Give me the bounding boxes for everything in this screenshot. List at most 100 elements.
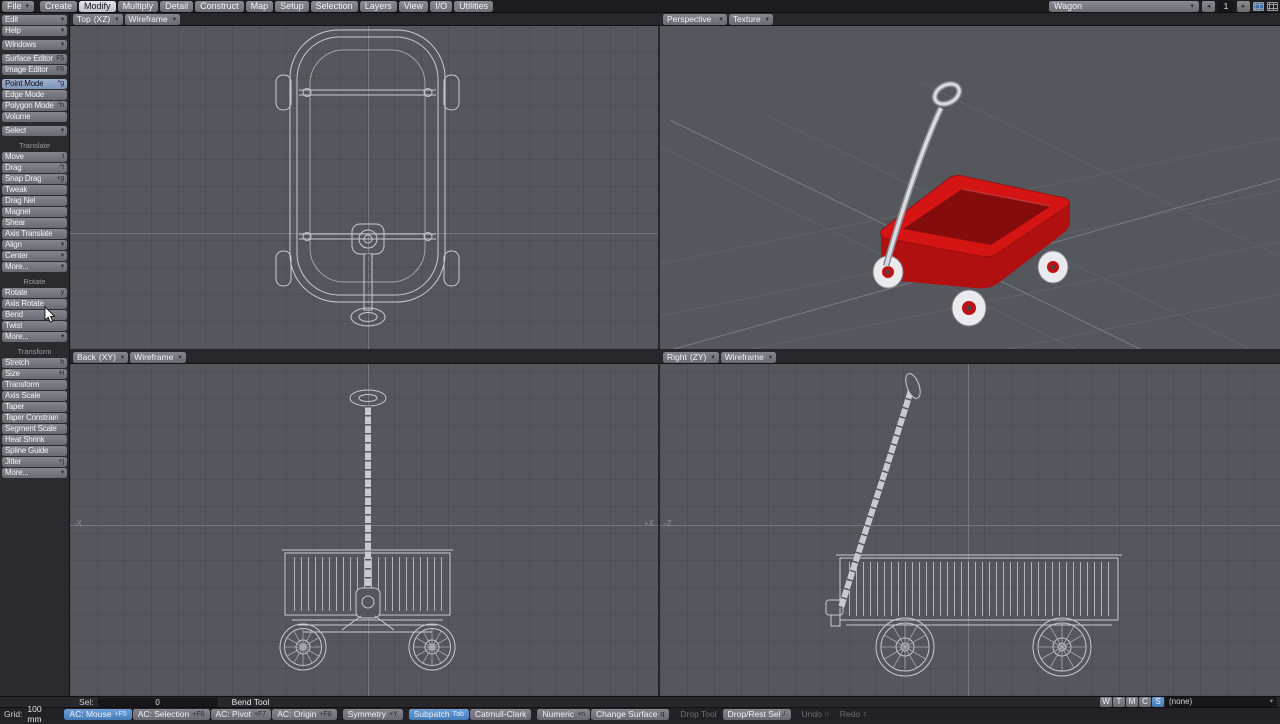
maximize-icon[interactable]: [1266, 352, 1277, 363]
mode-button[interactable]: Catmull-Clark: [470, 709, 531, 720]
sidebar-button[interactable]: Size H ▾: [2, 369, 67, 379]
view-type-dropdown[interactable]: Perspective: [663, 14, 727, 25]
vertex-map-type-button[interactable]: T: [1113, 697, 1125, 707]
sidebar-button[interactable]: Tweak ▾: [2, 185, 67, 195]
layer-next-button[interactable]: [1237, 1, 1250, 12]
menu-tab[interactable]: I/O: [430, 1, 452, 12]
menu-tab[interactable]: Modify: [79, 1, 116, 12]
mode-button[interactable]: AC: Pivot +F7: [211, 709, 272, 720]
sidebar-button[interactable]: Move t ▾: [2, 152, 67, 162]
mode-button[interactable]: Symmetry +Y: [343, 709, 403, 720]
vertex-map-type-button[interactable]: C: [1139, 697, 1151, 707]
mode-button[interactable]: AC: Selection +F6: [133, 709, 210, 720]
viewport-back-canvas[interactable]: -X +X: [70, 364, 658, 696]
mode-button[interactable]: Subpatch Tab: [409, 709, 469, 720]
sidebar-button[interactable]: Drag Net ▾: [2, 196, 67, 206]
sidebar-button[interactable]: Axis Rotate ▾: [2, 299, 67, 309]
zoom-icon[interactable]: [630, 14, 641, 25]
sidebar-button[interactable]: Snap Drag +g ▾: [2, 174, 67, 184]
object-name-dropdown[interactable]: Wagon: [1049, 1, 1199, 12]
pan-icon[interactable]: [602, 352, 613, 363]
sidebar-button[interactable]: Center ▾: [2, 251, 67, 261]
viewport-perspective-canvas[interactable]: [660, 26, 1280, 349]
mode-button[interactable]: AC: Origin +F8: [272, 709, 336, 720]
sidebar-button[interactable]: More... ▾: [2, 332, 67, 342]
sidebar-button[interactable]: Volume ▾: [2, 112, 67, 122]
pan-icon[interactable]: [602, 14, 613, 25]
render-mode-dropdown[interactable]: Wireframe: [721, 352, 776, 363]
mode-button[interactable]: Drop Tool: [675, 709, 721, 720]
rotate-icon[interactable]: [1238, 14, 1249, 25]
menu-tab[interactable]: Selection: [311, 1, 358, 12]
menu-tab[interactable]: Map: [246, 1, 274, 12]
sidebar-button[interactable]: Axis Scale ▾: [2, 391, 67, 401]
view-type-dropdown[interactable]: Top (XZ): [73, 14, 123, 25]
mode-button[interactable]: Undo u: [797, 709, 834, 720]
render-mode-dropdown[interactable]: Wireframe: [130, 352, 185, 363]
sidebar-button[interactable]: Edit ▾: [2, 15, 67, 25]
sidebar-button[interactable]: Select ▾: [2, 126, 67, 136]
menu-tab[interactable]: Create: [40, 1, 77, 12]
sidebar-button[interactable]: Jitter +j ▾: [2, 457, 67, 467]
pan-icon[interactable]: [1224, 14, 1235, 25]
menu-tab[interactable]: Multiply: [118, 1, 159, 12]
layer-prev-button[interactable]: [1202, 1, 1215, 12]
sidebar-button[interactable]: Surface Editor F5 ▾: [2, 54, 67, 64]
sidebar-button[interactable]: Magnet ▾: [2, 207, 67, 217]
mode-button[interactable]: Redo z: [835, 709, 872, 720]
sidebar-button[interactable]: Polygon Mode ^h ▾: [2, 101, 67, 111]
fg-layer-bank-icon[interactable]: [1253, 2, 1264, 11]
zoom-icon[interactable]: [1252, 14, 1263, 25]
sidebar-button[interactable]: Align ▾: [2, 240, 67, 250]
render-mode-dropdown[interactable]: Wireframe: [125, 14, 180, 25]
viewport-right-canvas[interactable]: -Z: [660, 364, 1280, 696]
sidebar-button[interactable]: Edge Mode ▾: [2, 90, 67, 100]
zoom-icon[interactable]: [1252, 352, 1263, 363]
maximize-icon[interactable]: [644, 14, 655, 25]
menu-tab[interactable]: Detail: [160, 1, 193, 12]
file-menu-button[interactable]: File: [2, 1, 34, 12]
vertex-map-type-button[interactable]: S: [1152, 697, 1164, 707]
sidebar-button[interactable]: Bend ▾: [2, 310, 67, 320]
rotate-icon[interactable]: [616, 14, 627, 25]
pan-icon[interactable]: [1224, 352, 1235, 363]
sidebar-button[interactable]: Segment Scale ▾: [2, 424, 67, 434]
vertex-map-type-button[interactable]: M: [1126, 697, 1138, 707]
menu-tab[interactable]: View: [399, 1, 428, 12]
mode-button[interactable]: Change Surface q: [591, 709, 669, 720]
sidebar-button[interactable]: Windows ▾: [2, 40, 67, 50]
maximize-icon[interactable]: [1266, 14, 1277, 25]
sidebar-button[interactable]: Shear ▾: [2, 218, 67, 228]
sidebar-button[interactable]: Heat Shrink ▾: [2, 435, 67, 445]
zoom-icon[interactable]: [630, 352, 641, 363]
menu-tab[interactable]: Layers: [360, 1, 397, 12]
mode-button[interactable]: AC: Mouse +F5: [64, 709, 131, 720]
menu-tab[interactable]: Utilities: [454, 1, 493, 12]
sidebar-button[interactable]: Twist ▾: [2, 321, 67, 331]
menu-tab[interactable]: Setup: [275, 1, 309, 12]
rotate-icon[interactable]: [1238, 352, 1249, 363]
sidebar-button[interactable]: More... ▾: [2, 468, 67, 478]
sidebar-button[interactable]: Stretch h ▾: [2, 358, 67, 368]
sidebar-button[interactable]: Point Mode ^g ▾: [2, 79, 67, 89]
sidebar-button[interactable]: Axis Translate ▾: [2, 229, 67, 239]
menu-tab[interactable]: Construct: [195, 1, 244, 12]
sidebar-button[interactable]: Help ▾: [2, 26, 67, 36]
vertex-map-dropdown[interactable]: (none): [1165, 697, 1277, 707]
render-mode-dropdown[interactable]: Texture: [729, 14, 773, 25]
viewport-top-canvas[interactable]: [70, 26, 658, 349]
vertex-map-type-button[interactable]: W: [1100, 697, 1112, 707]
bg-layer-bank-icon[interactable]: [1267, 2, 1278, 11]
sidebar-button[interactable]: Taper Constrain ▾: [2, 413, 67, 423]
maximize-icon[interactable]: [644, 352, 655, 363]
view-type-dropdown[interactable]: Right (ZY): [663, 352, 719, 363]
sidebar-button[interactable]: Taper ▾: [2, 402, 67, 412]
sidebar-button[interactable]: Rotate y ▾: [2, 288, 67, 298]
sidebar-button[interactable]: Transform ▾: [2, 380, 67, 390]
sidebar-button[interactable]: More... ▾: [2, 262, 67, 272]
view-type-dropdown[interactable]: Back (XY): [73, 352, 128, 363]
rotate-icon[interactable]: [616, 352, 627, 363]
mode-button[interactable]: Drop/Rest Sel /: [723, 709, 791, 720]
mode-button[interactable]: Numeric +n: [537, 709, 590, 720]
sidebar-button[interactable]: Drag ^t ▾: [2, 163, 67, 173]
